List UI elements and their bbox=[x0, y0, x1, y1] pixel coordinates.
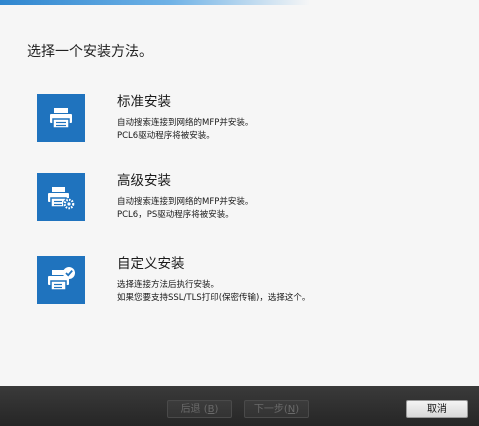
back-button-label-end: ) bbox=[214, 404, 219, 415]
next-button[interactable]: 下一步(N) bbox=[244, 400, 309, 418]
back-button[interactable]: 后退 (B) bbox=[167, 400, 232, 418]
option-description-line: 自动搜索连接到网络的MFP并安装。 bbox=[117, 118, 254, 128]
back-button-shortcut: B bbox=[207, 404, 215, 415]
option-title: 标准安装 bbox=[117, 94, 171, 110]
cancel-button[interactable]: 取消 bbox=[406, 400, 468, 418]
option-title: 自定义安装 bbox=[117, 256, 185, 272]
option-description-line: PCL6，PS驱动程序将被安装。 bbox=[117, 209, 234, 220]
footer-bar: 后退 (B) 下一步(N) 取消 bbox=[0, 386, 479, 426]
printer-check-icon bbox=[37, 256, 85, 304]
custom-install-option[interactable]: 自定义安装 选择连接方法后执行安装。 如果您要支持SSL/TLS打印(保密传输)… bbox=[37, 256, 457, 304]
option-description-line: 自动搜索连接到网络的MFP并安装。 bbox=[117, 197, 254, 207]
option-description: 自动搜索连接到网络的MFP并安装。 PCL6驱动程序将被安装。 bbox=[117, 117, 253, 142]
option-description-line: PCL6驱动程序将被安装。 bbox=[117, 130, 215, 141]
standard-install-option[interactable]: 标准安装 自动搜索连接到网络的MFP并安装。 PCL6驱动程序将被安装。 bbox=[37, 94, 457, 142]
page-title: 选择一个安装方法。 bbox=[27, 44, 153, 60]
option-description-line: 选择连接方法后执行安装。 bbox=[117, 280, 220, 290]
cancel-button-label: 取消 bbox=[427, 404, 447, 415]
option-description: 自动搜索连接到网络的MFP并安装。 PCL6，PS驱动程序将被安装。 bbox=[117, 196, 253, 221]
option-description: 选择连接方法后执行安装。 如果您要支持SSL/TLS打印(保密传输)，选择这个。 bbox=[117, 279, 310, 304]
printer-icon bbox=[37, 94, 85, 142]
next-button-label-end: ) bbox=[295, 404, 300, 415]
option-title: 高级安装 bbox=[117, 173, 171, 189]
advanced-install-option[interactable]: 高级安装 自动搜索连接到网络的MFP并安装。 PCL6，PS驱动程序将被安装。 bbox=[37, 173, 457, 221]
next-button-label: 下一步( bbox=[253, 404, 288, 415]
back-button-label: 后退 ( bbox=[180, 404, 208, 415]
printer-gear-icon bbox=[37, 173, 85, 221]
option-description-line: 如果您要支持SSL/TLS打印(保密传输)，选择这个。 bbox=[117, 292, 311, 303]
top-accent-bar bbox=[0, 0, 310, 5]
